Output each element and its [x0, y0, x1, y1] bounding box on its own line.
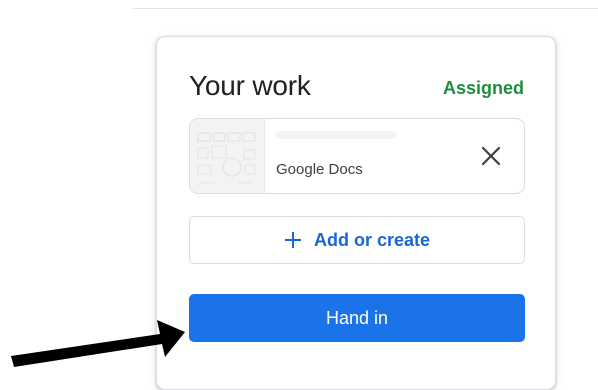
document-thumbnail-preview — [197, 132, 256, 184]
document-thumbnail — [190, 119, 265, 193]
remove-attachment-button[interactable] — [478, 143, 504, 169]
close-icon — [481, 146, 501, 166]
attachment-type-label: Google Docs — [276, 161, 363, 178]
your-work-card: Your work Assigned Google Docs Add or cr… — [156, 36, 556, 390]
top-divider — [133, 8, 598, 9]
add-or-create-button[interactable]: Add or create — [189, 216, 525, 264]
hand-in-button[interactable]: Hand in — [189, 294, 525, 342]
status-badge: Assigned — [442, 78, 524, 98]
card-title: Your work — [189, 70, 311, 101]
attachment-item[interactable]: Google Docs — [189, 118, 525, 194]
pointer-arrow-annotation — [11, 320, 185, 367]
attachment-title-placeholder — [276, 131, 396, 139]
add-or-create-label: Add or create — [313, 229, 431, 250]
hand-in-label: Hand in — [325, 307, 389, 328]
plus-icon — [284, 232, 301, 248]
